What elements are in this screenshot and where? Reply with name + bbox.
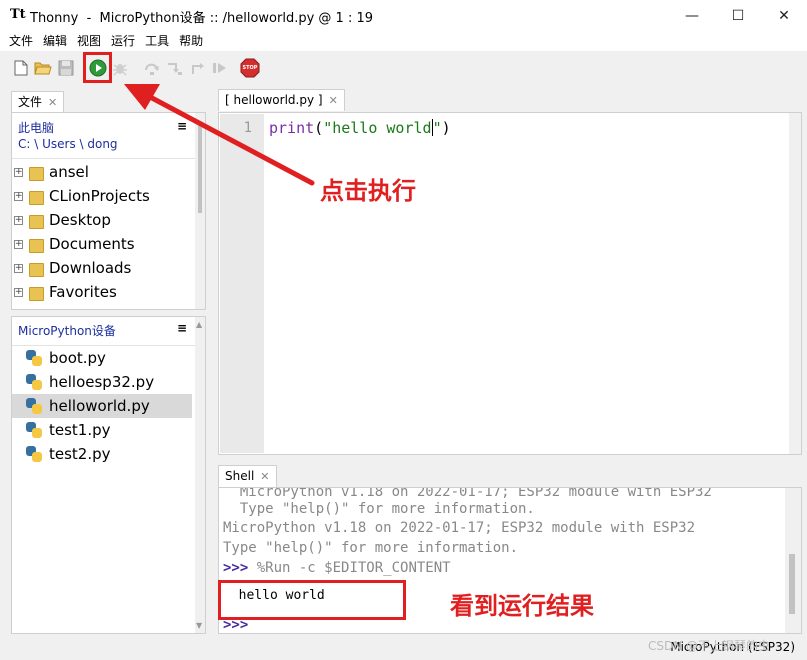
- annotation-arrow: [124, 84, 315, 186]
- result-hint-annotation: 看到运行结果: [450, 592, 594, 620]
- run-hint-annotation: 点击执行: [320, 177, 416, 205]
